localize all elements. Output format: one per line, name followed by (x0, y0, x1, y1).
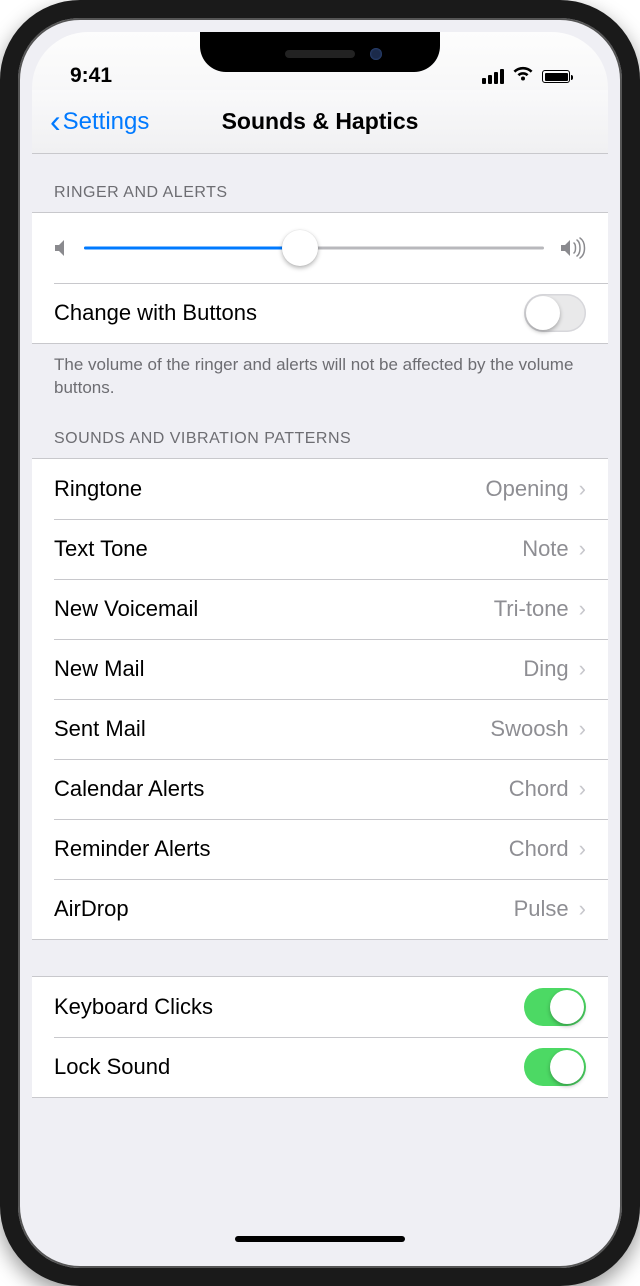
back-label: Settings (63, 108, 150, 136)
wifi-icon (512, 65, 534, 88)
speaker-low-icon (54, 238, 68, 258)
sound-row-text-tone[interactable]: Text ToneNote › (32, 519, 608, 579)
group-header-patterns: SOUNDS AND VIBRATION PATTERNS (32, 408, 608, 458)
volume-slider-row (32, 213, 608, 283)
lock-sound-row: Lock Sound (32, 1037, 608, 1097)
battery-icon (542, 70, 570, 83)
cellular-icon (482, 69, 504, 84)
sound-label: Ringtone (54, 476, 485, 502)
sound-row-new-mail[interactable]: New MailDing › (32, 639, 608, 699)
change-with-buttons-label: Change with Buttons (54, 300, 524, 326)
back-button[interactable]: ‹ Settings (50, 108, 149, 136)
sound-value: Note (522, 536, 568, 562)
keyboard-clicks-label: Keyboard Clicks (54, 994, 524, 1020)
change-with-buttons-row: Change with Buttons (32, 283, 608, 343)
chevron-right-icon: › (579, 596, 586, 622)
sound-row-sent-mail[interactable]: Sent MailSwoosh › (32, 699, 608, 759)
sound-label: Text Tone (54, 536, 522, 562)
sound-value: Opening (485, 476, 568, 502)
sound-row-ringtone[interactable]: RingtoneOpening › (32, 459, 608, 519)
navigation-bar: ‹ Settings Sounds & Haptics (32, 90, 608, 154)
sound-value: Pulse (514, 896, 569, 922)
chevron-right-icon: › (579, 716, 586, 742)
change-with-buttons-toggle[interactable] (524, 294, 586, 332)
sound-value: Swoosh (490, 716, 568, 742)
phone-frame: 9:41 ‹ Settings Sounds & Haptics RINGER … (0, 0, 640, 1286)
group-header-ringer: RINGER AND ALERTS (32, 154, 608, 212)
lock-sound-label: Lock Sound (54, 1054, 524, 1080)
speaker-high-icon (560, 237, 586, 259)
keyboard-clicks-row: Keyboard Clicks (32, 977, 608, 1037)
sound-label: Calendar Alerts (54, 776, 509, 802)
notch (200, 32, 440, 72)
volume-slider[interactable] (84, 232, 544, 264)
sound-row-reminder-alerts[interactable]: Reminder AlertsChord › (32, 819, 608, 879)
sound-label: Reminder Alerts (54, 836, 509, 862)
sound-label: AirDrop (54, 896, 514, 922)
ringer-footer: The volume of the ringer and alerts will… (32, 344, 608, 408)
sound-value: Ding (523, 656, 568, 682)
sound-value: Tri-tone (494, 596, 569, 622)
sound-value: Chord (509, 776, 569, 802)
clock: 9:41 (70, 64, 112, 88)
sound-row-new-voicemail[interactable]: New VoicemailTri-tone › (32, 579, 608, 639)
chevron-right-icon: › (579, 536, 586, 562)
lock-sound-toggle[interactable] (524, 1048, 586, 1086)
sound-label: New Voicemail (54, 596, 494, 622)
chevron-right-icon: › (579, 896, 586, 922)
home-indicator[interactable] (235, 1236, 405, 1242)
chevron-right-icon: › (579, 836, 586, 862)
chevron-right-icon: › (579, 476, 586, 502)
chevron-right-icon: › (579, 776, 586, 802)
sound-row-calendar-alerts[interactable]: Calendar AlertsChord › (32, 759, 608, 819)
sound-label: New Mail (54, 656, 523, 682)
keyboard-clicks-toggle[interactable] (524, 988, 586, 1026)
sound-row-airdrop[interactable]: AirDropPulse › (32, 879, 608, 939)
sound-value: Chord (509, 836, 569, 862)
sound-label: Sent Mail (54, 716, 490, 742)
chevron-right-icon: › (579, 656, 586, 682)
